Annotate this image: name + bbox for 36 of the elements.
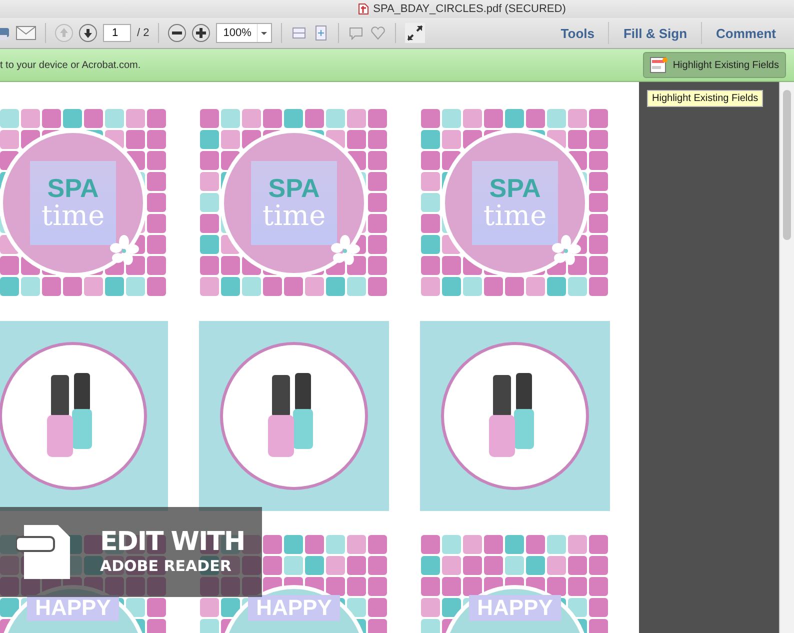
highlight-fields-button[interactable]: Highlight Existing Fields	[642, 52, 786, 78]
tile-subtitle: time	[483, 200, 547, 232]
arrow-down-icon[interactable]	[79, 24, 97, 42]
tile-title: SPA	[268, 174, 320, 201]
window-title: SPA_BDAY_CIRCLES.pdf (SECURED)	[373, 3, 566, 15]
arrow-up-icon[interactable]	[55, 24, 73, 42]
expand-icon[interactable]	[405, 23, 426, 43]
pdf-file-icon	[358, 3, 370, 15]
scrollbar-thumb[interactable]	[783, 90, 791, 240]
tile-title: SPA	[489, 174, 541, 201]
mail-icon[interactable]	[16, 26, 36, 40]
toolbar-link[interactable]: Fill & Sign	[615, 26, 696, 40]
flower-icon	[551, 235, 581, 265]
zoom-dropdown[interactable]: 100%	[216, 23, 272, 43]
flower-icon	[330, 235, 360, 265]
toolbar-link[interactable]: Comment	[708, 26, 784, 40]
notice-text: t to your device or Acrobat.com.	[0, 60, 141, 70]
tile-subtitle: time	[41, 200, 105, 232]
zoom-in-icon[interactable]	[192, 24, 210, 42]
toolbar-link[interactable]: Tools	[552, 26, 602, 40]
tile-subtitle: time	[262, 200, 326, 232]
heart-icon[interactable]	[370, 25, 386, 41]
scrollbar[interactable]	[779, 82, 794, 633]
badge-title: EDIT WITH	[100, 528, 245, 557]
printer-icon[interactable]	[0, 25, 10, 41]
comment-icon[interactable]	[348, 25, 364, 41]
badge-subtitle: ADOBE READER	[100, 556, 232, 576]
page-number-field[interactable]: 1	[103, 24, 131, 42]
fit-width-icon[interactable]	[313, 25, 330, 41]
zoom-out-icon[interactable]	[168, 24, 186, 42]
fit-page-icon[interactable]	[291, 25, 308, 41]
tooltip: Highlight Existing Fields	[647, 90, 764, 107]
page-total: / 2	[137, 27, 150, 39]
flower-icon	[109, 235, 139, 265]
tile-title: SPA	[47, 174, 99, 201]
form-fields-icon	[650, 57, 668, 73]
